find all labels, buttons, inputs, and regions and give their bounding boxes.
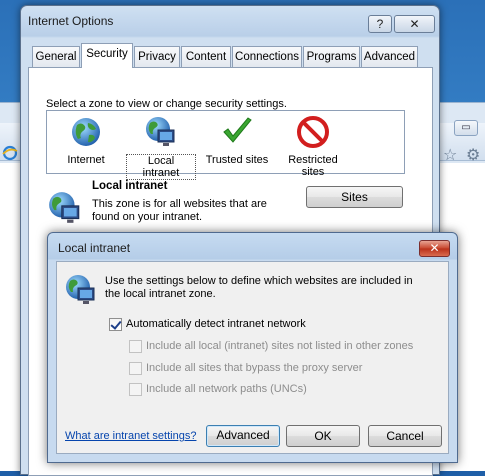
include-bypass-proxy-checkbox[interactable] (129, 362, 142, 375)
zone-trusted-sites[interactable]: Trusted sites (204, 115, 270, 166)
include-unc-paths-option[interactable]: Include all network paths (UNCs) (129, 383, 307, 396)
tab-general[interactable]: General (32, 46, 80, 67)
zone-title: Local intranet (92, 180, 168, 192)
tab-advanced[interactable]: Advanced (361, 46, 418, 67)
intranet-icon (66, 275, 95, 304)
background-restore-button[interactable]: ▭ (454, 120, 478, 136)
zone-list: Internet Local intranet Trusted sites Re… (46, 110, 405, 180)
include-local-sites-checkbox[interactable] (129, 340, 142, 353)
no-entry-icon (297, 116, 329, 148)
window-close-button[interactable]: ✕ (394, 15, 435, 33)
zone-restricted-sites-label: Restricted sites (288, 154, 338, 178)
zone-local-intranet-label: Local intranet (126, 154, 196, 180)
local-intranet-zone-icon (49, 192, 80, 223)
tab-privacy[interactable]: Privacy (134, 46, 180, 67)
tab-security[interactable]: Security (81, 43, 133, 68)
include-bypass-proxy-label: Include all sites that bypass the proxy … (146, 362, 363, 374)
ie-icon (2, 145, 18, 161)
tab-programs[interactable]: Programs (303, 46, 360, 67)
intranet-icon (146, 117, 175, 146)
auto-detect-option[interactable]: Automatically detect intranet network (109, 318, 306, 331)
zone-description: This zone is for all websites that are f… (92, 198, 267, 223)
checkmark-icon (223, 117, 252, 143)
include-local-sites-option[interactable]: Include all local (intranet) sites not l… (129, 340, 413, 353)
globe-icon (72, 118, 100, 146)
tab-connections[interactable]: Connections (232, 46, 302, 67)
dialog-description: Use the settings below to define which w… (105, 275, 413, 300)
sites-button[interactable]: Sites (306, 186, 403, 208)
ok-button[interactable]: OK (286, 425, 360, 447)
dialog-body: Use the settings below to define which w… (56, 261, 449, 454)
zone-local-intranet[interactable]: Local intranet (126, 115, 196, 180)
help-button[interactable]: ? (368, 15, 392, 33)
intranet-settings-help-link[interactable]: What are intranet settings? (65, 430, 196, 442)
favorites-star-icon[interactable]: ☆ (443, 145, 457, 165)
cancel-button[interactable]: Cancel (368, 425, 442, 447)
advanced-button[interactable]: Advanced (206, 425, 280, 447)
dialog-close-button[interactable]: ✕ (419, 240, 450, 257)
dialog-title: Local intranet (58, 241, 131, 255)
zone-internet-label: Internet (67, 154, 105, 166)
local-intranet-dialog: Local intranet ✕ Use the settings below … (47, 232, 458, 463)
zone-internet[interactable]: Internet (63, 115, 109, 166)
auto-detect-label: Automatically detect intranet network (126, 318, 306, 330)
auto-detect-checkbox[interactable] (109, 318, 122, 331)
zone-restricted-sites[interactable]: Restricted sites (280, 115, 346, 178)
include-local-sites-label: Include all local (intranet) sites not l… (146, 340, 414, 352)
zone-instruction: Select a zone to view or change security… (46, 98, 287, 110)
include-unc-paths-label: Include all network paths (UNCs) (146, 383, 307, 395)
include-unc-paths-checkbox[interactable] (129, 383, 142, 396)
tools-gear-icon[interactable]: ⚙ (466, 145, 480, 165)
window-title: Internet Options (28, 14, 114, 28)
zone-trusted-sites-label: Trusted sites (205, 154, 269, 166)
tab-content[interactable]: Content (181, 46, 231, 67)
include-bypass-proxy-option[interactable]: Include all sites that bypass the proxy … (129, 362, 362, 375)
